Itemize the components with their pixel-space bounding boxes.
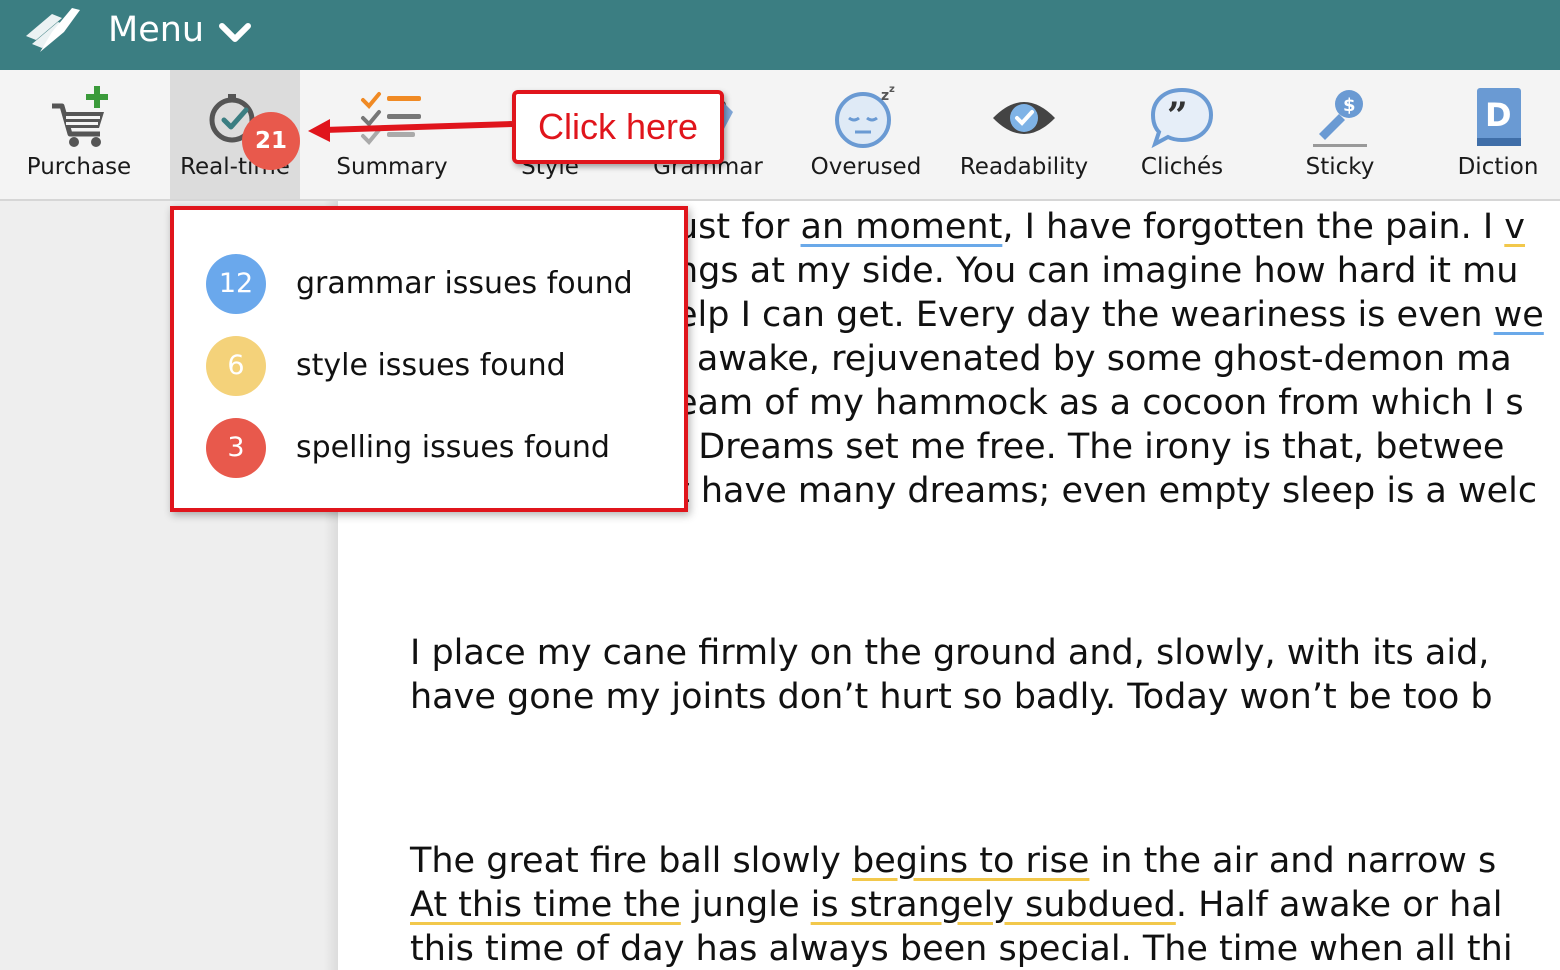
spelling-issues-row[interactable]: 3 spelling issues found xyxy=(206,418,676,478)
spelling-issues-label: spelling issues found xyxy=(296,430,610,465)
grammar-issues-row[interactable]: 12 grammar issues found xyxy=(206,254,676,314)
toolbar: Purchase Real-time Summary Style AB xyxy=(0,70,1560,201)
svg-text:D: D xyxy=(1485,96,1512,134)
toolbar-overused[interactable]: z z Overused xyxy=(787,70,945,199)
toolbar-purchase-label: Purchase xyxy=(26,154,132,180)
issues-summary-popup: 12 grammar issues found 6 style issues f… xyxy=(170,206,688,512)
paragraph-1: ust for an moment, I have forgotten the … xyxy=(676,207,1544,511)
svg-text:”: ” xyxy=(1167,95,1188,137)
style-issue-highlight[interactable]: v xyxy=(1504,207,1525,247)
realtime-issue-count-badge[interactable]: 21 xyxy=(242,112,300,170)
callout-arrow-icon xyxy=(308,119,513,142)
grammar-issue-highlight[interactable]: an moment xyxy=(801,207,1003,247)
quote-bubble-icon: ” xyxy=(1150,87,1214,149)
toolbar-readability[interactable]: Readability xyxy=(945,70,1103,199)
toolbar-sticky[interactable]: $ Sticky xyxy=(1261,70,1419,199)
toolbar-summary-label: Summary xyxy=(336,154,448,180)
svg-text:z: z xyxy=(889,84,895,95)
style-count-badge: 6 xyxy=(206,336,266,396)
chevron-down-icon[interactable] xyxy=(218,18,252,46)
grammar-count-badge: 12 xyxy=(206,254,266,314)
toolbar-sticky-label: Sticky xyxy=(1305,154,1375,180)
sleepy-face-icon: z z xyxy=(835,84,895,148)
cart-plus-icon xyxy=(52,86,108,147)
eye-icon xyxy=(993,102,1055,134)
svg-text:$: $ xyxy=(1343,95,1356,116)
sticky-pen-icon: $ xyxy=(1313,90,1367,147)
toolbar-diction-label: Diction xyxy=(1457,154,1539,180)
toolbar-readability-label: Readability xyxy=(959,154,1089,180)
toolbar-purchase[interactable]: Purchase xyxy=(0,70,158,199)
style-issue-highlight[interactable]: At this time the xyxy=(410,885,681,925)
grammar-issue-highlight[interactable]: we xyxy=(1494,295,1544,335)
app-logo-icon xyxy=(26,8,80,52)
style-issues-label: style issues found xyxy=(296,348,566,383)
spelling-count-badge: 3 xyxy=(206,418,266,478)
click-here-callout: Click here xyxy=(512,90,724,164)
toolbar-diction[interactable]: D Diction xyxy=(1419,70,1560,199)
toolbar-cliches-label: Clichés xyxy=(1140,154,1224,180)
paragraph-2: I place my cane firmly on the ground and… xyxy=(410,633,1493,717)
toolbar-overused-label: Overused xyxy=(810,154,922,180)
dictionary-icon: D xyxy=(1477,88,1521,146)
menu-button[interactable]: Menu xyxy=(108,9,204,51)
paragraph-3: The great fire ball slowly begins to ris… xyxy=(410,841,1513,969)
style-issue-highlight[interactable]: is strangely subdued xyxy=(811,885,1176,925)
svg-text:z: z xyxy=(881,88,889,104)
toolbar-cliches[interactable]: ” Clichés xyxy=(1103,70,1261,199)
grammar-issues-label: grammar issues found xyxy=(296,266,633,301)
style-issue-highlight[interactable]: begins to rise xyxy=(852,841,1089,881)
top-bar: Menu xyxy=(0,0,1560,70)
style-issues-row[interactable]: 6 style issues found xyxy=(206,336,676,396)
